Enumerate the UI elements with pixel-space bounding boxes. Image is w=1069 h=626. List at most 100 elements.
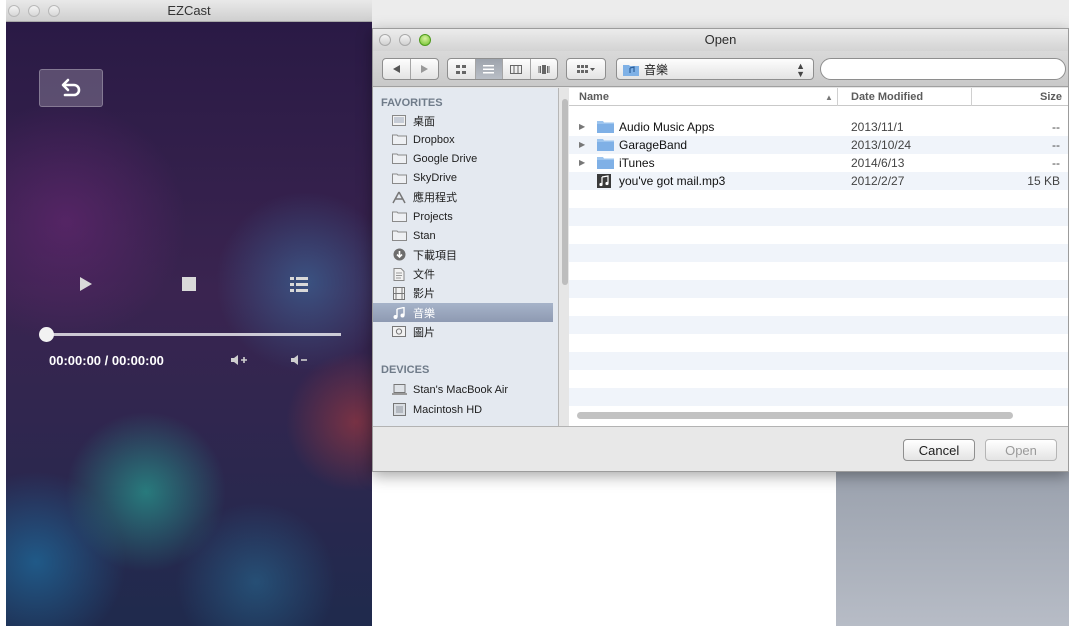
coverflow-view-icon [538,64,550,74]
sidebar-item-favorite-1[interactable]: Dropbox [373,130,553,149]
search-input[interactable] [820,58,1066,80]
stop-button[interactable] [177,272,201,296]
triangle-left-icon [392,65,400,73]
sidebar-item-label: 下載項目 [413,249,457,262]
column-size[interactable]: Size [1040,91,1062,103]
sidebar-item-favorite-7[interactable]: 下載項目 [373,245,553,264]
dialog-toolbar: 音樂 ▲ ▼ [373,51,1068,87]
file-size: -- [1052,138,1060,152]
folder-icon [391,152,407,165]
file-date-modified: 2012/2/27 [851,174,905,188]
back-nav-button[interactable] [383,59,411,79]
dialog-titlebar: Open [373,29,1068,51]
applications-icon [391,191,407,204]
file-row[interactable]: ▶ iTunes 2014/6/13 -- [569,154,1068,172]
volume-down-icon [291,355,307,365]
column-name[interactable]: Name [579,91,609,103]
column-date-modified[interactable]: Date Modified [851,91,923,103]
arrange-menu[interactable] [567,59,605,79]
sidebar-item-favorite-2[interactable]: Google Drive [373,149,553,168]
sidebar-item-favorite-10[interactable]: 音樂 [373,303,553,322]
music-icon [391,306,407,319]
sidebar-item-label: 桌面 [413,115,435,128]
list-view-icon [483,64,495,73]
audio-file-icon [597,174,611,191]
location-popup[interactable]: 音樂 ▲ ▼ [616,58,814,80]
folder-icon [597,156,614,172]
sidebar-item-favorite-5[interactable]: Projects [373,207,553,226]
ezcast-player: 00:00:00 / 00:00:00 [6,22,372,626]
file-row[interactable]: you've got mail.mp3 2012/2/27 15 KB [569,172,1068,191]
dialog-footer: Cancel Open [373,426,1068,471]
sidebar-item-favorite-6[interactable]: Stan [373,226,553,245]
background-window-panel [836,470,1069,626]
play-button[interactable] [74,272,98,296]
empty-row [569,298,1068,316]
view-mode-buttons [447,58,558,80]
volume-up-button[interactable] [228,351,252,369]
horizontal-scrollbar[interactable] [577,412,1013,419]
file-size: 15 KB [1027,174,1060,188]
sidebar-item-device-1[interactable]: Macintosh HD [373,400,553,419]
empty-row [569,316,1068,334]
documents-icon [391,267,407,281]
file-name: iTunes [619,156,655,170]
time-display: 00:00:00 / 00:00:00 [49,353,164,368]
icon-view-button[interactable] [448,59,476,79]
empty-row [569,334,1068,352]
sidebar-item-label: Stan [413,229,436,242]
empty-row [569,262,1068,280]
play-icon [80,277,92,291]
column-view-button[interactable] [503,59,531,79]
coverflow-view-button[interactable] [531,59,558,79]
sidebar-item-label: 圖片 [413,326,435,339]
list-icon [290,276,308,292]
sidebar-item-device-0[interactable]: Stan's MacBook Air [373,380,553,399]
file-row[interactable]: ▶ GarageBand 2013/10/24 -- [569,136,1068,154]
playlist-button[interactable] [287,272,311,296]
disclosure-triangle-icon[interactable]: ▶ [579,140,585,149]
progress-track[interactable] [46,333,341,336]
sidebar-item-label: Google Drive [413,152,478,165]
music-folder-icon [623,64,639,76]
forward-nav-button[interactable] [411,59,438,79]
column-divider [971,88,972,106]
sidebar-item-favorite-4[interactable]: 應用程式 [373,188,553,207]
back-arrow-icon [61,78,81,97]
volume-up-icon [231,355,247,365]
open-button[interactable]: Open [985,439,1057,461]
location-label: 音樂 [644,62,669,77]
progress-handle[interactable] [39,327,54,342]
ezcast-window: EZCast 00:00:00 / 00:00:00 [6,0,372,626]
file-date-modified: 2013/11/1 [851,120,904,134]
folder-icon [597,138,614,154]
navigation-buttons [382,58,439,80]
volume-down-button[interactable] [288,351,312,369]
cancel-button[interactable]: Cancel [903,439,975,461]
folder-icon [391,210,407,223]
sidebar-item-favorite-9[interactable]: 影片 [373,284,553,303]
ezcast-titlebar: EZCast [6,0,372,22]
empty-row [569,208,1068,226]
file-name: you've got mail.mp3 [619,174,726,188]
sidebar-item-favorite-0[interactable]: 桌面 [373,111,553,130]
column-divider [837,88,838,106]
disclosure-triangle-icon[interactable]: ▶ [579,158,585,167]
list-view-button[interactable] [475,59,503,79]
sidebar-item-favorite-3[interactable]: SkyDrive [373,169,553,188]
sidebar: FAVORITES 桌面 Dropbox Google Drive SkyDrive 應… [373,88,559,426]
file-list-header: Name ▲ Date Modified Size [569,88,1068,106]
arrange-button[interactable] [566,58,606,80]
sidebar-item-favorite-11[interactable]: 圖片 [373,322,553,341]
sidebar-scrollbar[interactable] [562,99,568,285]
disclosure-triangle-icon[interactable]: ▶ [579,122,585,131]
column-view-icon [510,64,523,74]
back-button[interactable] [39,69,103,107]
sidebar-item-label: Dropbox [413,133,455,146]
favorites-header: FAVORITES [381,97,443,109]
sidebar-item-favorite-8[interactable]: 文件 [373,265,553,284]
file-date-modified: 2013/10/24 [851,138,912,152]
empty-row [569,388,1068,406]
empty-row [569,226,1068,244]
file-row[interactable]: ▶ Audio Music Apps 2013/11/1 -- [569,118,1068,136]
